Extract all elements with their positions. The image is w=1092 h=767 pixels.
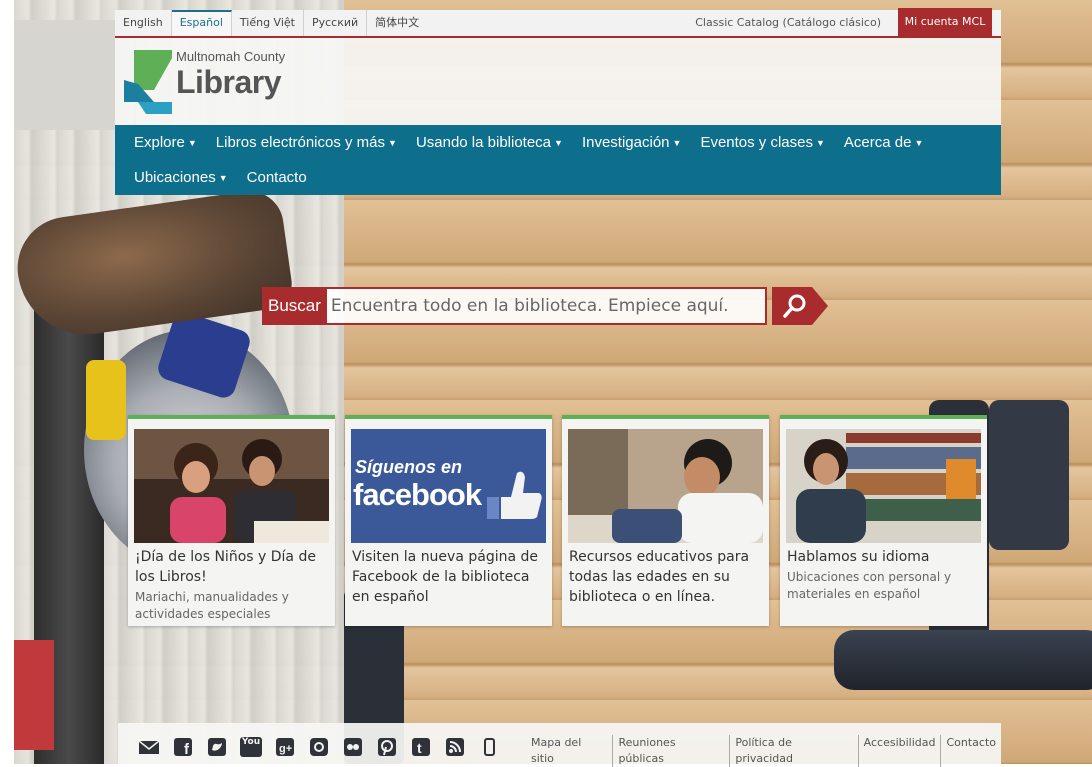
email-icon[interactable]	[138, 737, 160, 757]
card-recursos[interactable]: Recursos educativos para todas las edade…	[562, 415, 769, 626]
nav-using-library[interactable]: Usando la biblioteca ▼	[416, 133, 563, 153]
main-nav: Explore ▼ Libros electrónicos y más ▼ Usan…	[115, 125, 1001, 195]
card-image-facebook: Síguenos en facebook	[351, 429, 546, 543]
footer-link-sitemap[interactable]: Mapa del sitio	[526, 735, 614, 767]
card-subtitle: Mariachi, manualidades y actividades esp…	[135, 590, 289, 621]
chevron-down-icon: ▼	[554, 138, 563, 149]
card-image-librarian	[786, 429, 981, 543]
nav-explore[interactable]: Explore ▼	[134, 133, 197, 153]
card-title[interactable]: Hablamos su idioma	[787, 547, 981, 567]
card-facebook[interactable]: Síguenos en facebook Visiten la nueva pá…	[345, 415, 552, 626]
card-title[interactable]: Recursos educativos para todas las edade…	[569, 547, 763, 607]
search-bar: Buscar Encuentra todo en la biblioteca. …	[262, 287, 828, 325]
site-footer: f You g+ t Mapa del sitio Reuniones públ…	[118, 723, 1001, 767]
logo-county-text: Multnomah County	[176, 49, 286, 64]
youtube-icon[interactable]: You	[240, 737, 262, 757]
google-plus-icon[interactable]: g+	[274, 737, 296, 757]
nav-ebooks[interactable]: Libros electrónicos y más ▼	[216, 133, 397, 153]
language-bar: English Español Tiếng Việt Русский 简体中文 …	[115, 8, 1001, 38]
card-idioma[interactable]: Hablamos su idioma Ubicaciones con perso…	[780, 415, 987, 626]
lang-english[interactable]: English	[115, 10, 172, 36]
svg-text:g+: g+	[279, 743, 292, 755]
footer-links: Mapa del sitio Reuniones públicas Políti…	[526, 735, 1001, 767]
chevron-down-icon: ▼	[187, 138, 197, 149]
chevron-down-icon: ▼	[914, 138, 924, 149]
mobile-icon[interactable]	[478, 737, 500, 757]
rss-icon[interactable]	[444, 737, 466, 757]
chevron-down-icon: ▼	[218, 173, 228, 184]
lang-espanol[interactable]: Español	[171, 10, 232, 36]
lang-vietnamese[interactable]: Tiếng Việt	[232, 10, 304, 36]
lang-russian[interactable]: Русский	[304, 10, 368, 36]
footer-link-privacy[interactable]: Política de privacidad	[730, 735, 859, 767]
card-title[interactable]: ¡Día de los Niños y Día de los Libros!	[135, 547, 329, 587]
thumbs-up-icon	[487, 471, 542, 519]
facebook-badge-line2: facebook	[353, 477, 482, 512]
card-image-children	[134, 429, 329, 543]
nav-research[interactable]: Investigación ▼	[582, 133, 681, 153]
site-header: Multnomah County Library	[115, 38, 1001, 125]
nav-about[interactable]: Acerca de ▼	[844, 133, 923, 153]
footer-link-public-meetings[interactable]: Reuniones públicas	[613, 735, 731, 767]
nav-row-2: Ubicaciones ▼ Contacto	[134, 168, 326, 188]
nav-events[interactable]: Eventos y clases ▼	[700, 133, 824, 153]
nav-locations[interactable]: Ubicaciones ▼	[134, 168, 228, 188]
language-list: English Español Tiếng Việt Русский 简体中文	[115, 10, 427, 36]
search-button[interactable]	[772, 287, 828, 325]
svg-text:t: t	[417, 740, 422, 756]
chevron-down-icon: ▼	[672, 138, 682, 149]
card-image-student	[568, 429, 763, 543]
facebook-icon[interactable]: f	[172, 737, 194, 757]
instagram-icon[interactable]	[308, 737, 330, 757]
search-input[interactable]: Encuentra todo en la biblioteca. Empiece…	[326, 287, 767, 325]
my-account-button[interactable]: Mi cuenta MCL	[898, 8, 992, 36]
chevron-down-icon: ▼	[388, 138, 397, 149]
search-label: Buscar	[262, 287, 327, 325]
facebook-badge-line1: Síguenos en	[355, 457, 463, 477]
social-icons: f You g+ t	[138, 737, 512, 757]
pinterest-icon[interactable]	[376, 737, 398, 757]
nav-contact[interactable]: Contacto	[247, 168, 307, 188]
flickr-icon[interactable]	[342, 737, 364, 757]
nav-row-1: Explore ▼ Libros electrónicos y más ▼ Usan…	[134, 133, 942, 153]
tumblr-icon[interactable]: t	[410, 737, 432, 757]
chevron-down-icon: ▼	[816, 138, 825, 149]
classic-catalog-link[interactable]: Classic Catalog (Catálogo clásico)	[695, 10, 881, 36]
library-logo-icon[interactable]	[124, 50, 172, 114]
twitter-icon[interactable]	[206, 737, 228, 757]
card-title[interactable]: Visiten la nueva página de Facebook de l…	[352, 547, 546, 607]
card-subtitle: Ubicaciones con personal y materiales en…	[787, 570, 952, 601]
footer-link-contact[interactable]: Contacto	[941, 735, 1001, 767]
logo-library-text: Library	[176, 64, 281, 100]
card-ninos[interactable]: ¡Día de los Niños y Día de los Libros! M…	[128, 415, 335, 626]
lang-chinese[interactable]: 简体中文	[367, 10, 427, 36]
footer-link-accessibility[interactable]: Accesibilidad	[859, 735, 942, 767]
